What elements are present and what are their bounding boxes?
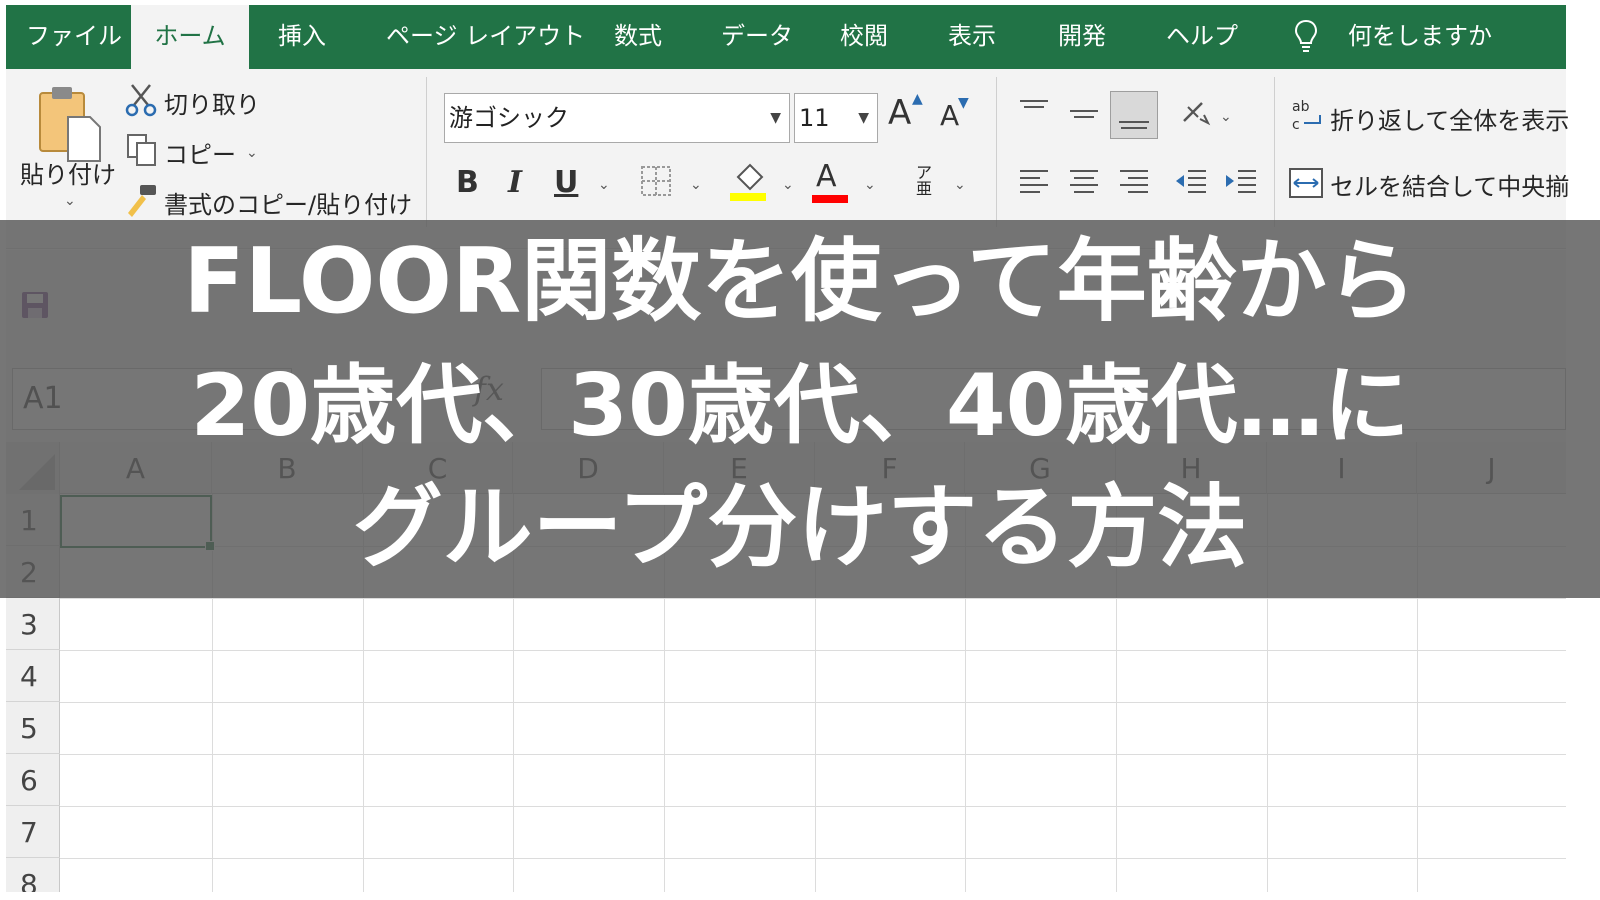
tab-formulas[interactable]: 数式 [614,5,662,69]
tab-home[interactable]: ホーム [131,5,249,69]
grow-arrow-icon: ▲ [912,91,923,107]
copy-dropdown-caret[interactable]: ⌄ [246,145,258,161]
copy-button[interactable]: コピー [164,135,236,170]
row-header-5[interactable]: 5 [6,702,60,754]
wrap-text-icon[interactable]: ab c [1290,97,1326,133]
font-color-glyph: A [816,159,837,194]
scissors-icon[interactable] [124,83,158,117]
align-bottom-icon [1119,121,1149,129]
furigana-button[interactable]: ア亜 [912,165,936,197]
tab-file[interactable]: ファイル [26,5,122,69]
row-header-7[interactable]: 7 [6,806,60,858]
ribbon-separator [1274,77,1275,227]
align-top-icon[interactable] [1016,95,1052,131]
align-right-icon[interactable] [1116,165,1152,201]
borders-icon[interactable] [640,165,672,197]
format-painter-button[interactable]: 書式のコピー/貼り付け [164,185,412,220]
tab-view[interactable]: 表示 [948,5,996,69]
italic-button[interactable]: I [508,165,522,200]
fill-color-icon[interactable] [728,161,768,203]
ribbon-separator [426,77,427,227]
font-family-value: 游ゴシック [449,104,569,132]
font-color-icon[interactable]: A [812,159,852,203]
ribbon-tab-bar: ファイル ホーム 挿入 ページ レイアウト 数式 データ 校閲 表示 開発 ヘル… [6,5,1566,69]
font-family-combo[interactable]: 游ゴシック ▼ [444,93,790,143]
row-header-6[interactable]: 6 [6,754,60,806]
paste-dropdown-caret[interactable]: ⌄ [64,193,76,209]
fill-color-dropdown-caret[interactable]: ⌄ [782,177,794,193]
title-banner: FLOOR関数を使って年齢から 20歳代、30歳代、40歳代…に グループ分けす… [0,220,1600,598]
format-painter-icon[interactable] [124,183,160,217]
tell-me-search[interactable]: 何をしますか [1348,5,1492,69]
wrap-text-button[interactable]: 折り返して全体を表示 [1330,101,1569,136]
grid-line [60,806,1566,807]
title-line-3: グループ分けする方法 [352,475,1248,580]
borders-dropdown-caret[interactable]: ⌄ [690,177,702,193]
svg-text:c: c [1292,117,1300,133]
shrink-arrow-icon: ▼ [958,95,969,111]
shrink-font-button[interactable]: A [940,99,959,132]
underline-dropdown-caret[interactable]: ⌄ [598,177,610,193]
orientation-icon[interactable] [1178,95,1214,131]
align-bottom-button[interactable] [1110,91,1158,139]
font-size-value: 11 [799,104,830,132]
copy-icon[interactable] [126,133,158,167]
grid-line [60,598,1566,599]
orientation-dropdown-caret[interactable]: ⌄ [1220,109,1232,125]
align-left-icon[interactable] [1016,165,1052,201]
paste-button-label[interactable]: 貼り付け [20,155,116,190]
grid-line [60,754,1566,755]
title-line-1: FLOOR関数を使って年齢から [183,229,1417,334]
decrease-indent-icon[interactable] [1174,165,1210,201]
cut-button[interactable]: 切り取り [164,85,260,120]
align-middle-icon[interactable] [1066,95,1102,131]
merge-center-button[interactable]: セルを結合して中央揃 [1330,167,1569,202]
chevron-down-icon[interactable]: ▼ [858,94,869,142]
chevron-down-icon[interactable]: ▼ [770,94,781,142]
grid-line [60,858,1566,859]
merge-center-icon[interactable] [1288,165,1324,201]
grid-line [60,702,1566,703]
tab-help[interactable]: ヘルプ [1166,5,1238,69]
row-header-8[interactable]: 8 [6,858,60,892]
grid-line [60,650,1566,651]
svg-text:ab: ab [1292,99,1310,115]
ribbon-separator [996,77,997,227]
lightbulb-icon [1294,19,1318,52]
grow-font-button[interactable]: A [888,93,911,133]
row-header-4[interactable]: 4 [6,650,60,702]
font-color-swatch [812,195,848,203]
font-size-combo[interactable]: 11 ▼ [794,93,878,143]
paste-icon[interactable] [36,83,106,163]
tab-developer[interactable]: 開発 [1058,5,1106,69]
tab-insert[interactable]: 挿入 [278,5,326,69]
underline-button[interactable]: U [554,165,578,200]
bold-button[interactable]: B [456,165,479,200]
row-header-3[interactable]: 3 [6,598,60,650]
tab-data[interactable]: データ [721,5,793,69]
font-color-dropdown-caret[interactable]: ⌄ [864,177,876,193]
title-line-2: 20歳代、30歳代、40歳代…に [190,356,1410,456]
tab-page-layout[interactable]: ページ レイアウト [386,5,585,69]
align-center-icon[interactable] [1066,165,1102,201]
increase-indent-icon[interactable] [1224,165,1260,201]
tab-review[interactable]: 校閲 [840,5,888,69]
furigana-dropdown-caret[interactable]: ⌄ [954,177,966,193]
